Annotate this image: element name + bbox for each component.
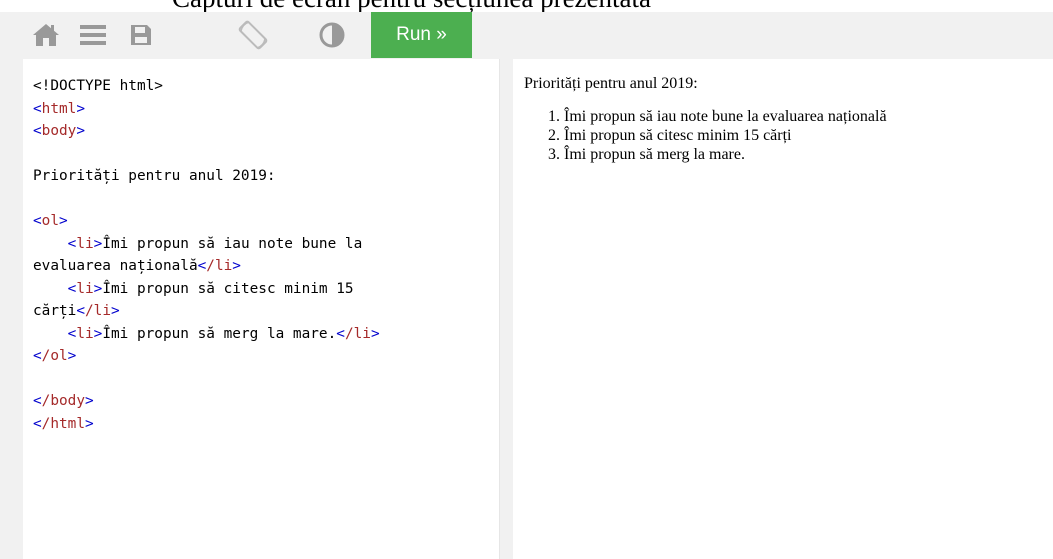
contrast-icon — [319, 22, 345, 48]
home-icon — [33, 24, 59, 46]
code-doctype: <!DOCTYPE html> — [33, 78, 163, 94]
list-item: Îmi propun să iau note bune la evaluarea… — [564, 107, 887, 126]
code-editor[interactable]: <!DOCTYPE html> <html> <body> Priorități… — [23, 59, 500, 559]
list-item: Îmi propun să merg la mare. — [564, 145, 887, 164]
menu-icon — [80, 25, 106, 45]
rotate-button[interactable] — [228, 12, 278, 58]
menu-button[interactable] — [73, 12, 113, 58]
toolbar: Run » — [0, 12, 1053, 58]
code-text-line: Priorități pentru anul 2019: — [33, 168, 276, 184]
run-button[interactable]: Run » — [371, 12, 472, 58]
save-button[interactable] — [121, 12, 161, 58]
result-list: Îmi propun să iau note bune la evaluarea… — [524, 107, 887, 164]
home-button[interactable] — [26, 12, 66, 58]
rotate-icon — [238, 20, 268, 50]
code-li-2: Îmi propun să citesc minim 15 — [102, 280, 354, 297]
result-content: Priorități pentru anul 2019: Îmi propun … — [524, 73, 887, 164]
clipped-heading-strip: Capturi de ecran pentru secțiunea prezen… — [0, 0, 1053, 12]
code-li-3: Îmi propun să merg la mare. — [102, 325, 337, 342]
clipped-heading-text: Capturi de ecran pentru secțiunea prezen… — [172, 0, 651, 12]
code-li-1: Îmi propun să iau note bune la — [102, 235, 363, 252]
code-text[interactable]: <!DOCTYPE html> <html> <body> Priorități… — [33, 75, 380, 435]
save-icon — [131, 25, 151, 45]
result-heading: Priorități pentru anul 2019: — [524, 75, 698, 92]
result-panel: Priorități pentru anul 2019: Îmi propun … — [513, 59, 1053, 559]
contrast-button[interactable] — [312, 12, 352, 58]
list-item: Îmi propun să citesc minim 15 cărți — [564, 126, 887, 145]
